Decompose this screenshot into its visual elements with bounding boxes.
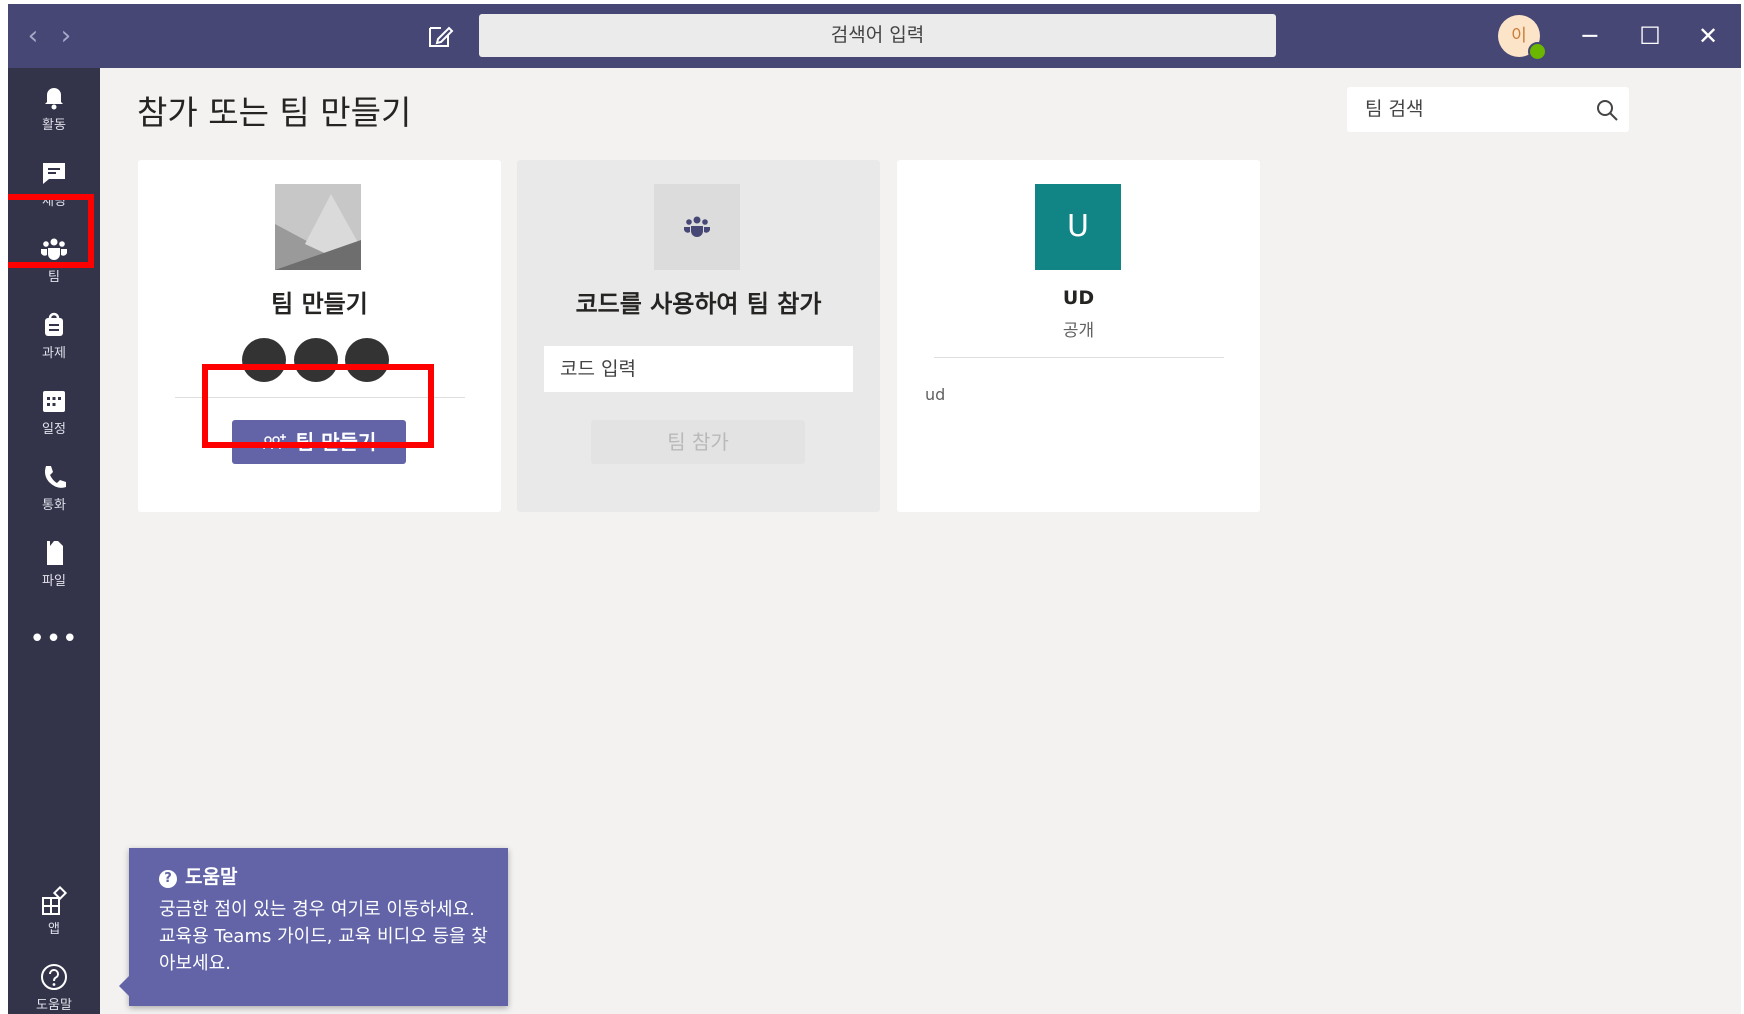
help-icon: [41, 964, 67, 990]
rail-item-calls[interactable]: 통화: [8, 454, 100, 520]
more-apps-button[interactable]: •••: [8, 624, 100, 654]
highlight-teams-rail: [8, 194, 94, 268]
global-search-input[interactable]: 검색어 입력: [479, 14, 1276, 57]
forward-button[interactable]: ›: [53, 22, 79, 50]
rail-label: 활동: [42, 118, 66, 133]
file-icon: [47, 541, 63, 565]
team-card-ud[interactable]: U UD 공개 ud: [897, 160, 1260, 512]
rail-label: 팀: [48, 270, 60, 285]
rail-label: 통화: [42, 498, 66, 513]
teams-window: ‹ › 검색어 입력 이 ─ ☐ ✕ 활동 채팅 팀 과제 일정 통화 파일 •…: [8, 4, 1741, 1014]
rail-label: 앱: [48, 922, 60, 937]
calendar-icon: [43, 391, 65, 412]
apps-icon: [42, 886, 68, 915]
teams-icon: [654, 184, 740, 270]
join-team-card: 코드를 사용하여 팀 참가 코드 입력 팀 참가: [517, 160, 880, 512]
compose-icon[interactable]: [426, 22, 454, 50]
rail-label: 일정: [42, 422, 66, 437]
close-window-button[interactable]: ✕: [1692, 20, 1724, 52]
create-team-title: 팀 만들기: [271, 290, 368, 318]
team-code-input[interactable]: 코드 입력: [544, 346, 853, 392]
minimize-button[interactable]: ─: [1574, 20, 1606, 52]
team-search-input[interactable]: 팀 검색: [1347, 87, 1629, 132]
maximize-button[interactable]: ☐: [1634, 20, 1666, 52]
help-tooltip-title: ? 도움말: [159, 862, 237, 889]
team-avatar: U: [1035, 184, 1121, 270]
search-icon[interactable]: [1595, 98, 1619, 122]
team-image-placeholder-icon: [275, 184, 361, 270]
page-title: 참가 또는 팀 만들기: [137, 93, 412, 132]
team-search-placeholder: 팀 검색: [1365, 98, 1424, 120]
highlight-create-team-button: [202, 364, 434, 448]
title-bar: ‹ › 검색어 입력 이 ─ ☐ ✕: [8, 4, 1741, 68]
rail-item-assignments[interactable]: 과제: [8, 302, 100, 368]
chat-icon: [43, 163, 65, 184]
rail-label: 파일: [42, 574, 66, 589]
assignments-icon: [45, 312, 63, 336]
question-icon: ?: [159, 870, 177, 888]
rail-label: 도움말: [36, 998, 72, 1013]
team-description: ud: [925, 385, 946, 404]
team-visibility: 공개: [1062, 321, 1095, 341]
help-tooltip-body: 궁금한 점이 있는 경우 여기로 이동하세요. 교육용 Teams 가이드, 교…: [159, 899, 488, 974]
rail-item-files[interactable]: 파일: [8, 530, 100, 596]
rail-item-activity[interactable]: 활동: [8, 74, 100, 140]
back-button[interactable]: ‹: [20, 22, 46, 50]
help-title-text: 도움말: [185, 866, 238, 888]
rail-item-apps[interactable]: 앱: [8, 878, 100, 944]
presence-available-icon: [1528, 42, 1547, 61]
bell-icon: [45, 88, 63, 110]
divider: [934, 357, 1224, 358]
rail-label: 과제: [42, 346, 66, 361]
rail-item-calendar[interactable]: 일정: [8, 378, 100, 444]
phone-icon: [45, 466, 66, 488]
team-name: UD: [1062, 287, 1095, 309]
create-team-card: 팀 만들기 팀 만들기: [138, 160, 501, 512]
help-tooltip: ? 도움말 궁금한 점이 있는 경우 여기로 이동하세요. 교육용 Teams 가…: [119, 848, 508, 1006]
join-team-title: 코드를 사용하여 팀 참가: [575, 290, 822, 318]
join-team-button[interactable]: 팀 참가: [591, 420, 805, 464]
rail-item-help[interactable]: 도움말: [8, 954, 100, 1014]
